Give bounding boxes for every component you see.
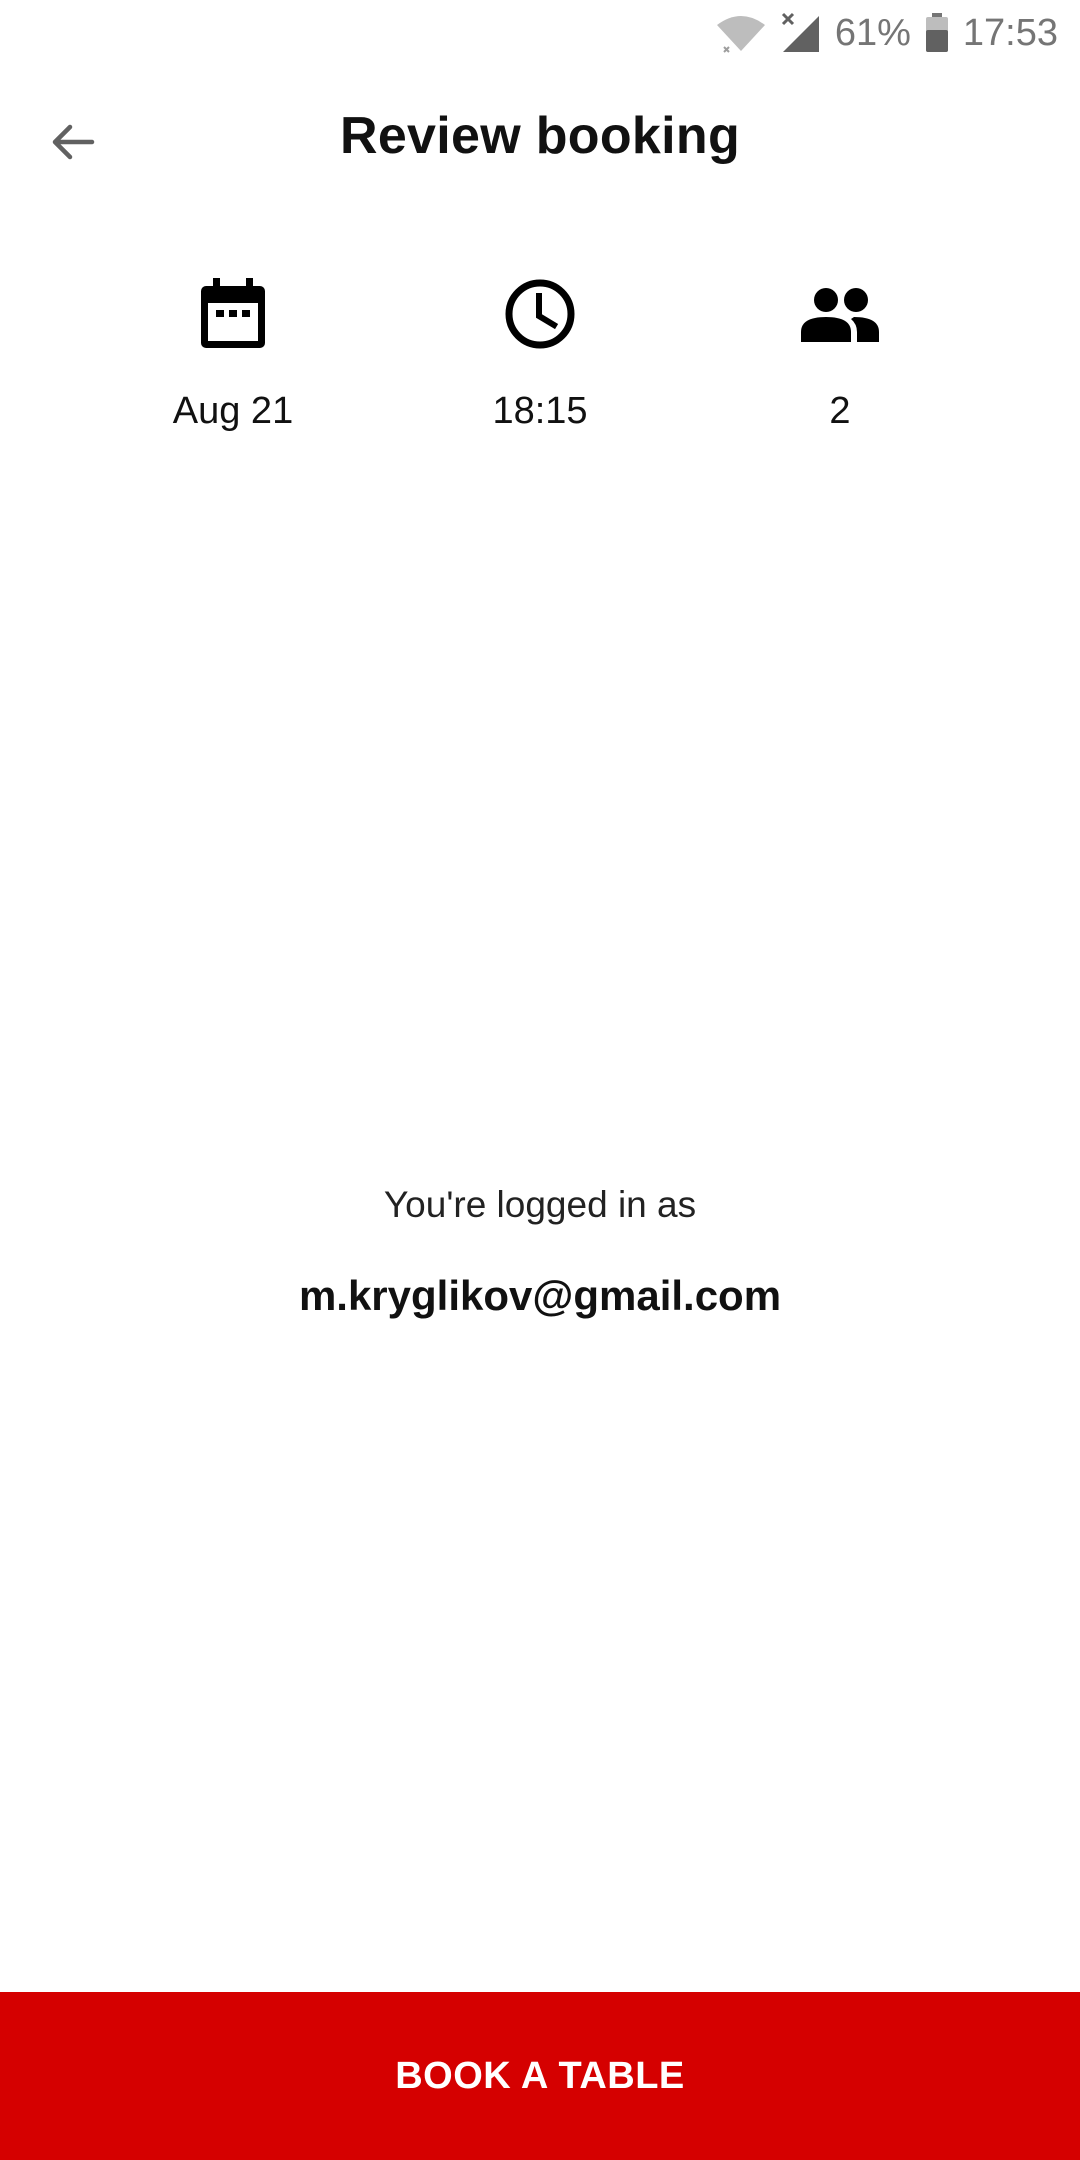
book-table-label: BOOK A TABLE: [395, 2054, 685, 2097]
people-icon: [798, 272, 882, 356]
clock-icon: [498, 272, 582, 356]
booking-time[interactable]: 18:15: [390, 272, 690, 433]
status-bar: 61% 17:53: [0, 0, 1080, 66]
status-time: 17:53: [962, 11, 1058, 54]
booking-guests[interactable]: 2: [690, 272, 990, 433]
battery-percent: 61%: [834, 11, 911, 54]
booking-guests-value: 2: [829, 390, 851, 432]
battery-icon: [925, 13, 949, 53]
calendar-icon: [191, 272, 275, 356]
book-table-button[interactable]: BOOK A TABLE: [0, 1992, 1080, 2160]
app-header: Review booking: [0, 92, 1080, 188]
booking-date-value: Aug 21: [172, 390, 294, 432]
booking-summary: Aug 21 18:15 2: [0, 272, 1080, 462]
logged-in-label: You're logged in as: [383, 1184, 697, 1225]
booking-time-value: 18:15: [492, 390, 588, 432]
booking-date[interactable]: Aug 21: [83, 272, 383, 433]
status-icons: 61% 17:53: [715, 8, 1058, 58]
login-info: You're logged in as m.kryglikov@gmail.co…: [0, 1184, 1080, 1320]
review-booking-screen: 61% 17:53 Review booking Aug 21 18:15 2 …: [0, 0, 1080, 2160]
signal-icon: [781, 12, 821, 54]
page-title: Review booking: [339, 107, 741, 165]
account-email: m.kryglikov@gmail.com: [298, 1272, 782, 1319]
wifi-icon: [715, 13, 767, 53]
